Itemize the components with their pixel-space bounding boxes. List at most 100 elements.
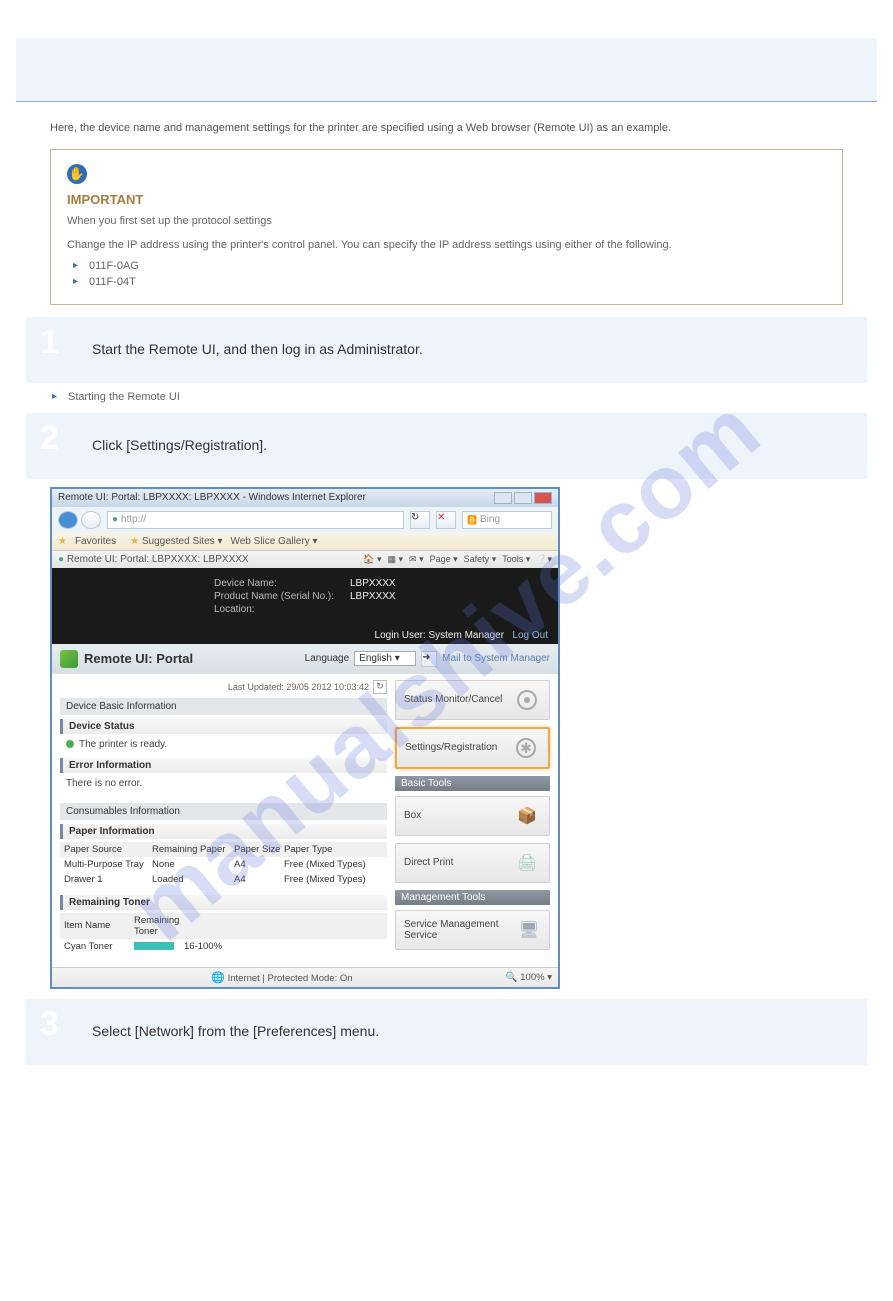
maximize-button[interactable]: [514, 492, 532, 504]
paper-row-1: Multi-Purpose Tray None A4 Free (Mixed T…: [60, 857, 387, 872]
paper-cell: Drawer 1: [64, 874, 152, 885]
paper-col-type: Paper Type: [284, 844, 383, 855]
step-1-title: Start the Remote UI, and then log in as …: [92, 341, 423, 357]
toner-item: Cyan Toner: [64, 941, 134, 952]
important-item-1: 011F-0AG: [71, 260, 826, 272]
device-name-value: LBPXXXX: [350, 578, 396, 589]
search-text: Bing: [480, 514, 500, 525]
printer-ready-status: The printer is ready.: [60, 737, 387, 758]
tools-menu[interactable]: Tools ▾: [502, 554, 530, 565]
suggested-sites-link[interactable]: ★ Suggested Sites ▾: [130, 536, 222, 547]
step-2-title: Click [Settings/Registration].: [92, 437, 267, 453]
remaining-toner-header: Remaining Toner: [60, 895, 387, 910]
address-bar-row: ● http:// ↻ ✕ 🅱 Bing: [52, 507, 558, 533]
toner-pct: 16-100%: [184, 941, 244, 952]
browser-window: Remote UI: Portal: LBPXXXX: LBPXXXX - Wi…: [50, 487, 560, 989]
search-icon: 🅱: [467, 512, 477, 527]
step-2-banner: 2 Click [Settings/Registration].: [26, 413, 867, 479]
tab-bar: ● Remote UI: Portal: LBPXXXX: LBPXXXX 🏠 …: [52, 550, 558, 568]
refresh-icon[interactable]: ↻: [373, 680, 387, 694]
globe-icon: 🌐: [211, 972, 225, 984]
stop-button[interactable]: ✕: [436, 511, 456, 529]
device-name-label: Device Name:: [214, 578, 344, 589]
box-button[interactable]: Box 📦: [395, 796, 550, 836]
tab-appicon: ●: [58, 554, 64, 565]
important-heading: IMPORTANT: [67, 192, 826, 207]
step-1-banner: 1 Start the Remote UI, and then log in a…: [26, 317, 867, 383]
zoom-icon: 🔍: [506, 972, 518, 983]
portal-title-bar: Remote UI: Portal Language English ▾ ➜ M…: [52, 644, 558, 674]
login-bar: Login User: System Manager Log Out: [52, 627, 558, 644]
protected-mode-text: Internet | Protected Mode: On: [228, 973, 353, 984]
portal-title: Remote UI: Portal: [84, 651, 193, 666]
paper-row-2: Drawer 1 Loaded A4 Free (Mixed Types): [60, 872, 387, 887]
help-icon[interactable]: ❔▾: [536, 554, 552, 565]
portal-left-column: Last Updated: 29/05 2012 10:03:42 ↻ Devi…: [60, 680, 387, 957]
address-text: http://: [121, 514, 146, 525]
paper-header-row: Paper Source Remaining Paper Paper Size …: [60, 842, 387, 857]
address-field[interactable]: ● http://: [107, 511, 404, 529]
product-name-label: Product Name (Serial No.):: [214, 591, 344, 602]
language-go-button[interactable]: ➜: [421, 651, 437, 667]
important-box: ✋ IMPORTANT When you first set up the pr…: [50, 149, 843, 305]
back-button[interactable]: [58, 511, 78, 529]
login-user-value: System Manager: [428, 630, 504, 641]
device-status-header: Device Status: [60, 719, 387, 734]
language-label: Language: [305, 653, 350, 664]
webslice-link[interactable]: Web Slice Gallery ▾: [230, 536, 317, 547]
app-icon: [60, 650, 78, 668]
basic-tools-header: Basic Tools: [395, 776, 550, 791]
important-body2: Change the IP address using the printer'…: [67, 237, 826, 254]
window-titlebar: Remote UI: Portal: LBPXXXX: LBPXXXX - Wi…: [52, 489, 558, 507]
management-tools-header: Management Tools: [395, 890, 550, 905]
mail-icon[interactable]: ✉ ▾: [409, 554, 424, 565]
toner-col-name: Item Name: [64, 920, 134, 931]
star-icon-2: ★: [130, 536, 139, 547]
sms-button[interactable]: Service Management Service 🖥: [395, 910, 550, 950]
safety-menu[interactable]: Safety ▾: [464, 554, 497, 565]
close-button[interactable]: [534, 492, 552, 504]
favorites-bar: ★ Favorites ★ Suggested Sites ▾ Web Slic…: [52, 533, 558, 550]
asterisk-circle-icon: ✱: [512, 737, 540, 759]
box-icon: 📦: [513, 805, 541, 827]
page-menu[interactable]: Page ▾: [430, 554, 458, 565]
search-field[interactable]: 🅱 Bing: [462, 511, 552, 529]
browser-status-bar: 🌐 Internet | Protected Mode: On 🔍 100% ▾: [52, 967, 558, 987]
favorites-label: Favorites: [75, 536, 116, 547]
status-dot-icon: [66, 740, 74, 748]
forward-button[interactable]: [81, 511, 101, 529]
language-select[interactable]: English ▾: [354, 651, 416, 666]
zoom-value: 100%: [520, 972, 544, 983]
window-title: Remote UI: Portal: LBPXXXX: LBPXXXX - Wi…: [58, 492, 366, 503]
basic-info-header: Device Basic Information: [60, 698, 387, 715]
error-info-value: There is no error.: [60, 776, 387, 797]
direct-print-button[interactable]: Direct Print 🖨: [395, 843, 550, 883]
last-updated: Last Updated: 29/05 2012 10:03:42 ↻: [60, 680, 387, 694]
home-icon[interactable]: 🏠 ▾: [363, 554, 381, 565]
paper-cell: Loaded: [152, 874, 234, 885]
star-icon: ★: [58, 536, 67, 547]
step-3-num: 3: [40, 1005, 59, 1044]
minimize-button[interactable]: [494, 492, 512, 504]
refresh-button[interactable]: ↻: [410, 511, 430, 529]
printer-icon: 🖨: [513, 852, 541, 874]
status-monitor-button[interactable]: Status Monitor/Cancel: [395, 680, 550, 720]
screenshot-container: Remote UI: Portal: LBPXXXX: LBPXXXX - Wi…: [50, 487, 560, 989]
eye-circle-icon: [513, 689, 541, 711]
settings-registration-button[interactable]: Settings/Registration ✱: [395, 727, 550, 769]
important-item-2: 011F-04T: [71, 276, 826, 288]
feed-icon[interactable]: ▦ ▾: [388, 554, 404, 565]
paper-info-header: Paper Information: [60, 824, 387, 839]
toner-header-row: Item Name Remaining Toner: [60, 913, 387, 939]
paper-cell: Free (Mixed Types): [284, 859, 383, 870]
step-1-link[interactable]: Starting the Remote UI: [50, 391, 843, 403]
paper-cell: Multi-Purpose Tray: [64, 859, 152, 870]
paper-cell: A4: [234, 874, 284, 885]
mail-manager-link[interactable]: Mail to System Manager: [442, 653, 550, 664]
logout-link[interactable]: Log Out: [512, 630, 548, 641]
paper-col-source: Paper Source: [64, 844, 152, 855]
paper-cell: A4: [234, 859, 284, 870]
portal-right-column: Status Monitor/Cancel Settings/Registrat…: [395, 680, 550, 957]
tab-label[interactable]: ● Remote UI: Portal: LBPXXXX: LBPXXXX: [58, 554, 249, 565]
svg-text:✱: ✱: [520, 740, 532, 756]
